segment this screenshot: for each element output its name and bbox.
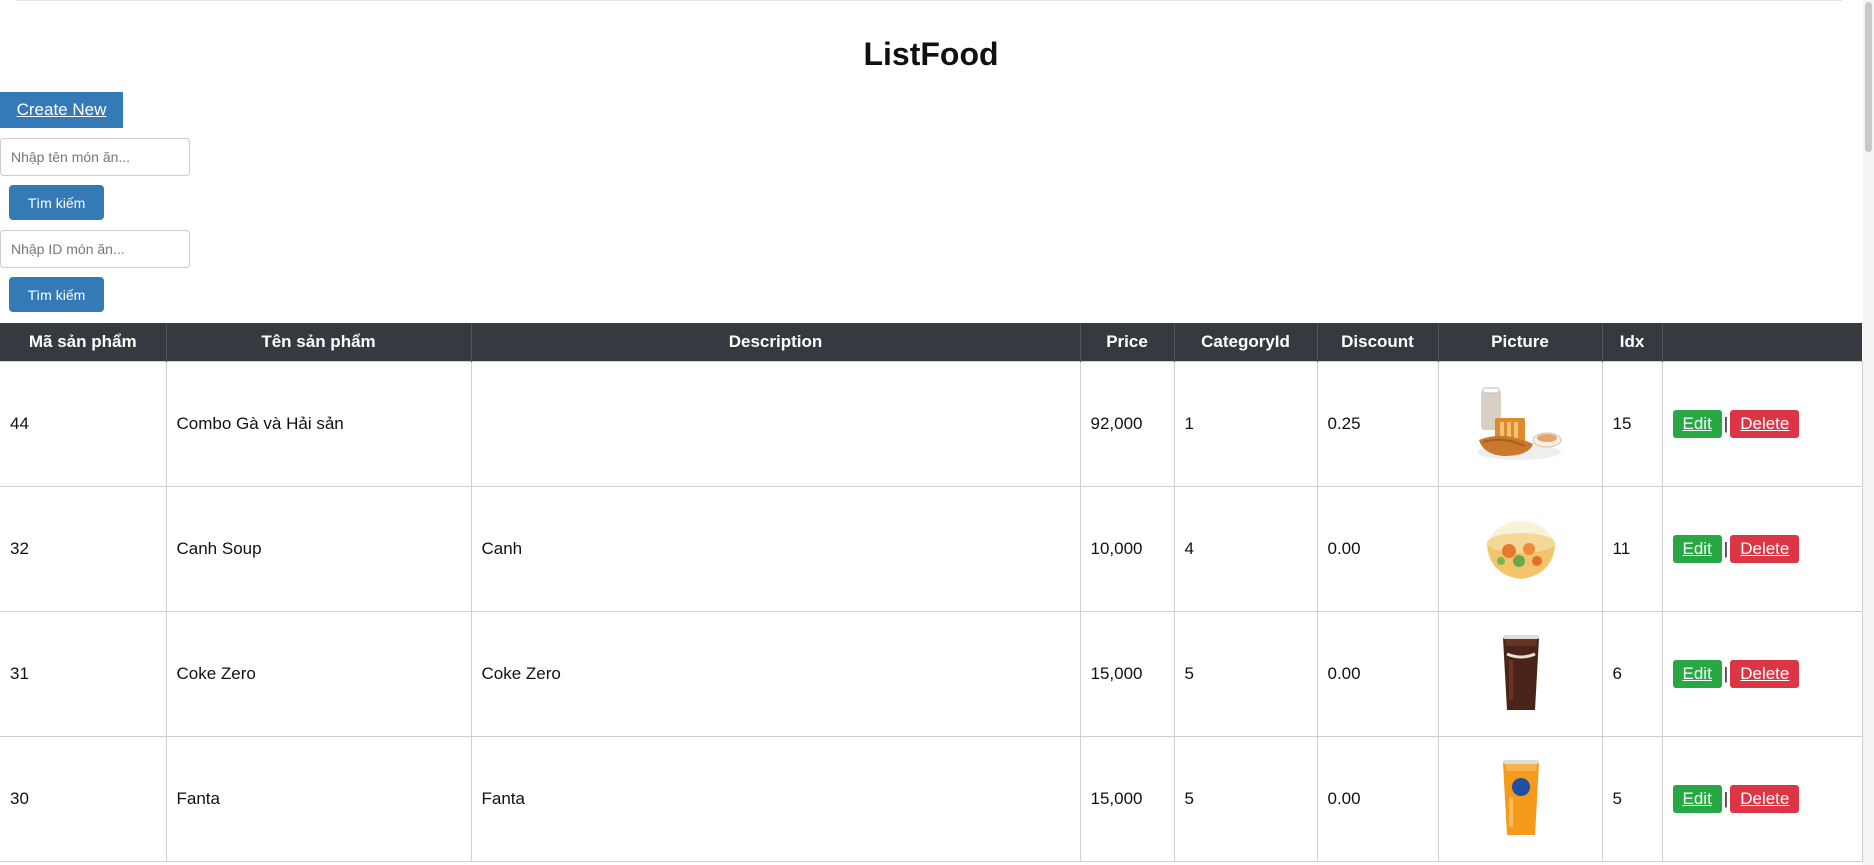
- vertical-scrollbar[interactable]: [1863, 0, 1874, 865]
- edit-button[interactable]: Edit: [1672, 785, 1722, 813]
- search-id-input[interactable]: [0, 230, 190, 268]
- cell-price: 15,000: [1079, 736, 1175, 862]
- cell-idx: 15: [1601, 361, 1663, 487]
- cell-price: 15,000: [1079, 611, 1175, 737]
- cell-name: Fanta: [165, 736, 472, 862]
- cell-idx: 11: [1601, 486, 1663, 612]
- cell-description: Canh: [470, 486, 1081, 612]
- fanta-cup-image: [1502, 760, 1539, 835]
- cell-price: 10,000: [1079, 486, 1175, 612]
- cell-category-id: 5: [1173, 736, 1318, 862]
- cell-picture: [1437, 361, 1603, 487]
- cell-category-id: 1: [1173, 361, 1318, 487]
- cell-name: Combo Gà và Hải sản: [165, 361, 472, 487]
- cell-actions: Edit | Delete: [1661, 361, 1863, 487]
- header-product-name: Tên sản phẩm: [165, 323, 471, 362]
- cell-idx: 6: [1601, 611, 1663, 737]
- cell-description: Coke Zero: [470, 611, 1081, 737]
- soup-bowl-image: [1486, 521, 1555, 579]
- table-row: 31 Coke Zero Coke Zero 15,000 5 0.00 6 E…: [0, 611, 1863, 737]
- header-idx: Idx: [1601, 323, 1662, 362]
- action-separator: |: [1723, 414, 1729, 433]
- table-row: 44 Combo Gà và Hải sản 92,000 1 0.25 15 …: [0, 361, 1863, 487]
- cell-id: 31: [0, 611, 167, 737]
- delete-button[interactable]: Delete: [1730, 785, 1800, 813]
- search-name-button[interactable]: Tìm kiếm: [9, 185, 104, 220]
- header-discount: Discount: [1316, 323, 1438, 362]
- action-separator: |: [1723, 789, 1729, 808]
- page: ListFood Create New Tìm kiếm Tìm kiếm Mã…: [0, 0, 1874, 865]
- cell-actions: Edit | Delete: [1661, 486, 1863, 612]
- combo-chicken-seafood-image: [1476, 387, 1561, 460]
- create-new-button[interactable]: Create New: [0, 92, 123, 128]
- page-title: ListFood: [863, 36, 999, 72]
- cell-category-id: 5: [1173, 611, 1318, 737]
- cell-name: Canh Soup: [165, 486, 472, 612]
- cell-description: Fanta: [470, 736, 1081, 862]
- edit-button[interactable]: Edit: [1672, 660, 1722, 688]
- header-price: Price: [1079, 323, 1174, 362]
- action-separator: |: [1723, 664, 1729, 683]
- cell-id: 30: [0, 736, 167, 862]
- delete-button[interactable]: Delete: [1730, 660, 1800, 688]
- cell-id: 44: [0, 361, 167, 487]
- header-category-id: CategoryId: [1173, 323, 1317, 362]
- cell-discount: 0.25: [1316, 361, 1439, 487]
- cell-id: 32: [0, 486, 167, 612]
- top-divider: [16, 0, 1842, 1]
- cell-actions: Edit | Delete: [1661, 611, 1863, 737]
- cell-idx: 5: [1601, 736, 1663, 862]
- edit-button[interactable]: Edit: [1672, 535, 1722, 563]
- delete-button[interactable]: Delete: [1730, 410, 1800, 438]
- search-id-button[interactable]: Tìm kiếm: [9, 277, 104, 312]
- action-separator: |: [1723, 539, 1729, 558]
- cell-price: 92,000: [1079, 361, 1175, 487]
- cell-actions: Edit | Delete: [1661, 736, 1863, 862]
- scrollbar-thumb[interactable]: [1865, 2, 1872, 152]
- cell-description: [470, 361, 1081, 487]
- cell-discount: 0.00: [1316, 736, 1439, 862]
- edit-button[interactable]: Edit: [1672, 410, 1722, 438]
- search-name-input[interactable]: [0, 138, 190, 176]
- cell-discount: 0.00: [1316, 486, 1439, 612]
- header-picture: Picture: [1437, 323, 1602, 362]
- delete-button[interactable]: Delete: [1730, 535, 1800, 563]
- header-description: Description: [470, 323, 1080, 362]
- coke-cup-image: [1502, 635, 1539, 710]
- cell-discount: 0.00: [1316, 611, 1439, 737]
- cell-picture: [1437, 611, 1603, 737]
- cell-category-id: 4: [1173, 486, 1318, 612]
- header-product-id: Mã sản phẩm: [0, 323, 166, 362]
- food-table: Mã sản phẩm Tên sản phẩm Description Pri…: [0, 323, 1863, 862]
- cell-picture: [1437, 486, 1603, 612]
- cell-name: Coke Zero: [165, 611, 472, 737]
- header-actions: [1661, 323, 1862, 362]
- table-row: 30 Fanta Fanta 15,000 5 0.00 5 Edit | De…: [0, 736, 1863, 862]
- table-header-row: Mã sản phẩm Tên sản phẩm Description Pri…: [0, 323, 1862, 362]
- cell-picture: [1437, 736, 1603, 862]
- table-row: 32 Canh Soup Canh 10,000 4 0.00 11 Edit …: [0, 486, 1863, 612]
